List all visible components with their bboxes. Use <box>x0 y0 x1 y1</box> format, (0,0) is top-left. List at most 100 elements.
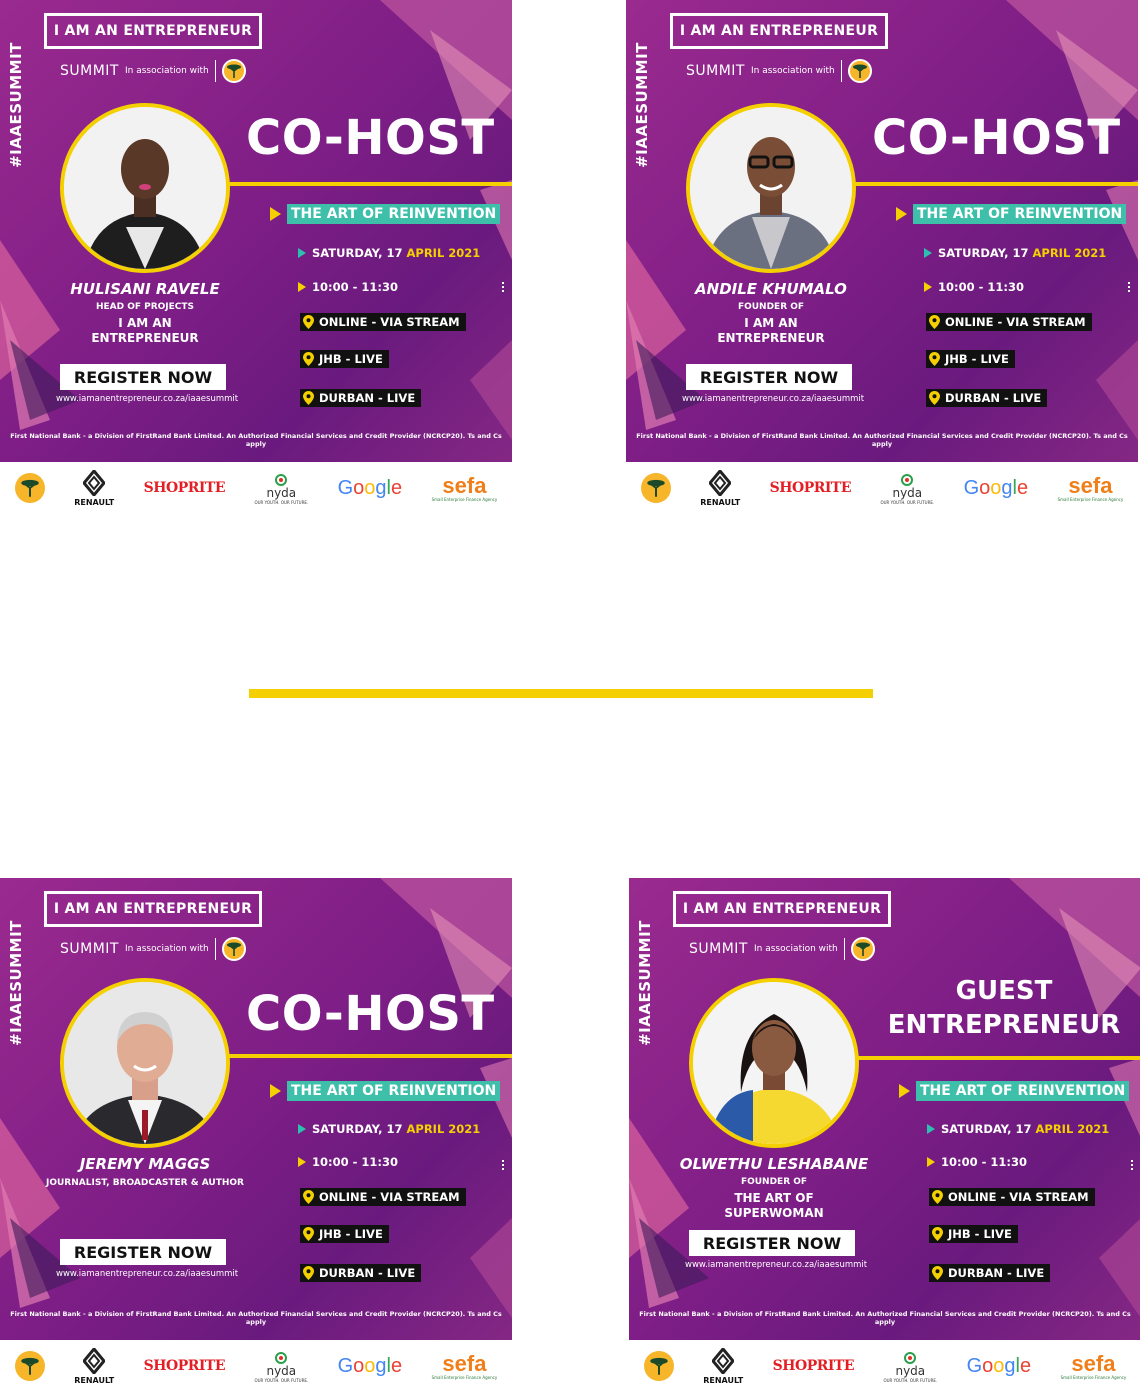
brand-title-box: I AM AN ENTREPRENEUR <box>44 13 262 49</box>
register-now-button[interactable]: REGISTER NOW <box>689 1230 855 1256</box>
fnb-tree-icon <box>640 473 671 503</box>
time-text: 10:00 - 11:30 <box>941 1155 1027 1169</box>
triangle-icon <box>896 207 907 221</box>
theme-row: THE ART OF REINVENTION <box>270 204 501 224</box>
location-durban: DURBAN - LIVE <box>926 389 1048 407</box>
brand-title-box: I AM AN ENTREPRENEUR <box>673 891 891 927</box>
date-highlight: APRIL 2021 <box>1032 246 1107 260</box>
summit-row: SUMMIT In association with <box>689 936 875 962</box>
hashtag-vertical: #IAAESUMMIT <box>7 42 25 168</box>
dots-decoration <box>1131 1160 1133 1174</box>
register-now-button[interactable]: REGISTER NOW <box>686 364 852 390</box>
location-pin-icon <box>303 1227 314 1241</box>
hashtag-vertical: #IAAESUMMIT <box>633 42 651 168</box>
speaker-role: HEAD OF PROJECTS <box>95 302 195 312</box>
location-online: ONLINE - VIA STREAM <box>926 313 1092 331</box>
event-url[interactable]: www.iamanentrepreneur.co.za/iaaesummit <box>56 1269 238 1279</box>
yellow-rule <box>855 1056 1140 1060</box>
theme-label: THE ART OF REINVENTION <box>913 204 1127 224</box>
fnb-tree-icon <box>221 59 246 83</box>
date-row: SATURDAY, 17 APRIL 2021 <box>927 1122 1109 1136</box>
time-row: 10:00 - 11:30 <box>298 1155 398 1169</box>
triangle-icon <box>270 1084 281 1098</box>
triangle-icon <box>927 1157 935 1167</box>
date-highlight: APRIL 2021 <box>406 246 481 260</box>
summit-row: SUMMIT In association with <box>686 58 872 84</box>
location-pin-icon <box>932 1227 943 1241</box>
date-row: SATURDAY, 17 APRIL 2021 <box>924 246 1106 260</box>
location-jhb: JHB - LIVE <box>929 1225 1018 1243</box>
time-row: 10:00 - 11:30 <box>924 280 1024 294</box>
speaker-role: FOUNDER OF <box>740 1177 808 1187</box>
headline: GUEST ENTREPRENEUR <box>887 976 1121 1040</box>
brand-title-box: I AM AN ENTREPRENEUR <box>670 13 888 49</box>
association-label: In association with <box>750 66 835 76</box>
location-durban: DURBAN - LIVE <box>300 1264 422 1282</box>
sponsor-shoprite: SHOPRITE <box>143 1358 226 1374</box>
sponsor-renault: RENAULT <box>700 469 740 507</box>
sponsor-google: Google <box>337 476 403 499</box>
summit-label: SUMMIT <box>60 941 119 957</box>
theme-label: THE ART OF REINVENTION <box>287 1081 501 1101</box>
register-now-button[interactable]: REGISTER NOW <box>60 364 226 390</box>
sponsor-bar: RENAULT SHOPRITE nyda OUR YOUTH. OUR FUTU… <box>0 1340 512 1392</box>
yellow-rule <box>226 182 512 186</box>
speaker-portrait <box>60 978 230 1148</box>
location-pin-icon <box>932 1190 943 1204</box>
sponsor-sefa: sefa Small Enterprise Finance Agency <box>431 1350 498 1380</box>
event-url[interactable]: www.iamanentrepreneur.co.za/iaaesummit <box>685 1260 867 1270</box>
speaker-company: THE ART OF SUPERWOMAN <box>724 1191 824 1220</box>
sponsor-nyda: nyda OUR YOUTH. OUR FUTURE. <box>254 1350 308 1383</box>
sponsor-fnb <box>14 473 45 503</box>
sponsor-bar: RENAULT SHOPRITE nyda OUR YOUTH. OUR FUTU… <box>626 462 1138 514</box>
triangle-icon <box>924 282 932 292</box>
fnb-tree-icon <box>221 937 246 961</box>
nyda-hand-icon <box>275 473 288 486</box>
time-text: 10:00 - 11:30 <box>312 1155 398 1169</box>
location-pin-icon <box>303 391 314 405</box>
register-now-button[interactable]: REGISTER NOW <box>60 1239 226 1265</box>
headline: CO-HOST <box>246 986 495 1042</box>
fnb-tree-icon <box>643 1351 674 1381</box>
theme-label: THE ART OF REINVENTION <box>916 1081 1130 1101</box>
theme-row: THE ART OF REINVENTION <box>896 204 1127 224</box>
event-url[interactable]: www.iamanentrepreneur.co.za/iaaesummit <box>682 394 864 404</box>
sponsor-sefa: sefa Small Enterprise Finance Agency <box>431 472 498 502</box>
divider-line <box>214 60 216 82</box>
location-pin-icon <box>932 1266 943 1280</box>
divider-line <box>214 938 216 960</box>
time-text: 10:00 - 11:30 <box>938 280 1024 294</box>
headline: CO-HOST <box>246 110 495 166</box>
speaker-portrait <box>689 978 859 1148</box>
theme-row: THE ART OF REINVENTION <box>270 1081 501 1101</box>
location-online: ONLINE - VIA STREAM <box>929 1188 1095 1206</box>
time-row: 10:00 - 11:30 <box>298 280 398 294</box>
yellow-rule <box>226 1054 512 1058</box>
summit-row: SUMMIT In association with <box>60 58 246 84</box>
sponsor-google: Google <box>966 1354 1032 1377</box>
disclaimer-text: First National Bank - a Division of Firs… <box>639 1310 1131 1326</box>
sponsor-google: Google <box>963 476 1029 499</box>
sponsor-nyda: nyda OUR YOUTH. OUR FUTURE. <box>880 472 934 505</box>
sponsor-fnb <box>640 473 671 503</box>
divider-line <box>843 938 845 960</box>
sponsor-bar: RENAULT SHOPRITE nyda OUR YOUTH. OUR FUTU… <box>0 462 512 514</box>
sponsor-sefa: sefa Small Enterprise Finance Agency <box>1057 472 1124 502</box>
disclaimer-text: First National Bank - a Division of Firs… <box>10 1310 502 1326</box>
date-text: SATURDAY, 17 <box>312 1122 407 1136</box>
location-durban: DURBAN - LIVE <box>300 389 422 407</box>
speaker-name: JEREMY MAGGS <box>79 1155 211 1173</box>
speaker-company: I AM AN ENTREPRENEUR <box>91 316 199 345</box>
theme-label: THE ART OF REINVENTION <box>287 204 501 224</box>
renault-diamond-icon <box>712 1347 735 1374</box>
nyda-hand-icon <box>275 1351 288 1364</box>
renault-diamond-icon <box>83 469 106 496</box>
event-url[interactable]: www.iamanentrepreneur.co.za/iaaesummit <box>56 394 238 404</box>
date-text: SATURDAY, 17 <box>938 246 1033 260</box>
fnb-tree-icon <box>850 937 875 961</box>
location-pin-icon <box>303 1190 314 1204</box>
location-jhb: JHB - LIVE <box>300 350 389 368</box>
date-row: SATURDAY, 17 APRIL 2021 <box>298 246 480 260</box>
triangle-icon <box>270 207 281 221</box>
time-row: 10:00 - 11:30 <box>927 1155 1027 1169</box>
